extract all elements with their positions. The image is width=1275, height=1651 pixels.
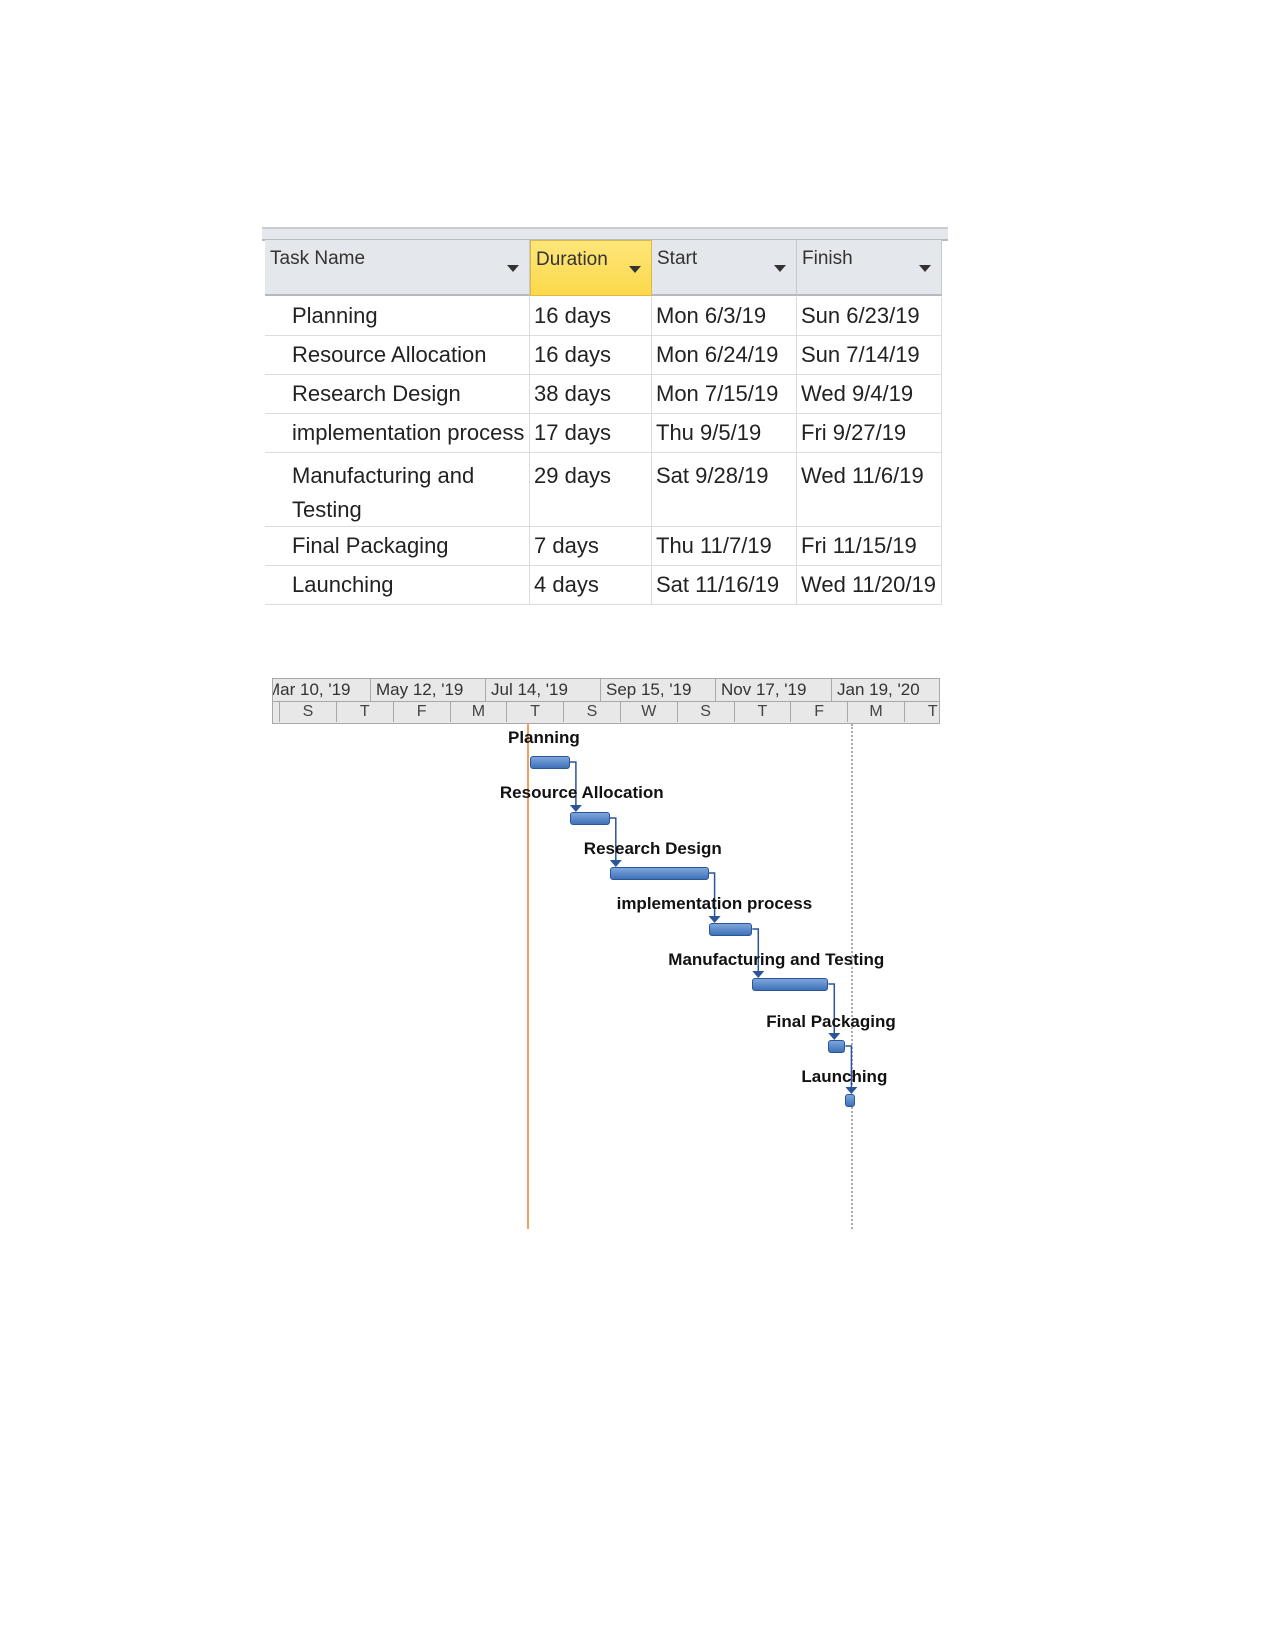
gantt-bar[interactable] — [569, 812, 610, 825]
gantt-bar[interactable] — [828, 1040, 846, 1053]
link-arrow-icon — [569, 805, 582, 812]
gantt-bar-label: Resource Allocation — [499, 783, 664, 802]
gantt-bar-label: implementation process — [616, 894, 813, 913]
gantt-bar-label: Launching — [801, 1067, 888, 1086]
gantt-bar-label: Research Design — [583, 839, 722, 858]
gantt-bar[interactable] — [845, 1094, 855, 1107]
link-arrow-icon — [609, 860, 622, 867]
gantt-bar[interactable] — [752, 978, 829, 991]
link-arrow-icon — [828, 1033, 841, 1040]
gantt-bar-label: Manufacturing and Testing — [668, 950, 885, 969]
gantt-bar[interactable] — [530, 756, 570, 769]
gantt-bar[interactable] — [609, 867, 709, 880]
page: Task Name Duration Start Finish Planning 16 d… — [0, 0, 1275, 1651]
link-arrow-icon — [845, 1087, 858, 1094]
link-arrow-icon — [708, 916, 721, 923]
dependency-links — [569, 761, 858, 1094]
gantt-bar[interactable] — [708, 923, 753, 936]
gantt-bar-label: Planning — [508, 728, 580, 747]
gantt-bar-label: Final Packaging — [766, 1012, 896, 1031]
link-arrow-icon — [752, 971, 765, 978]
